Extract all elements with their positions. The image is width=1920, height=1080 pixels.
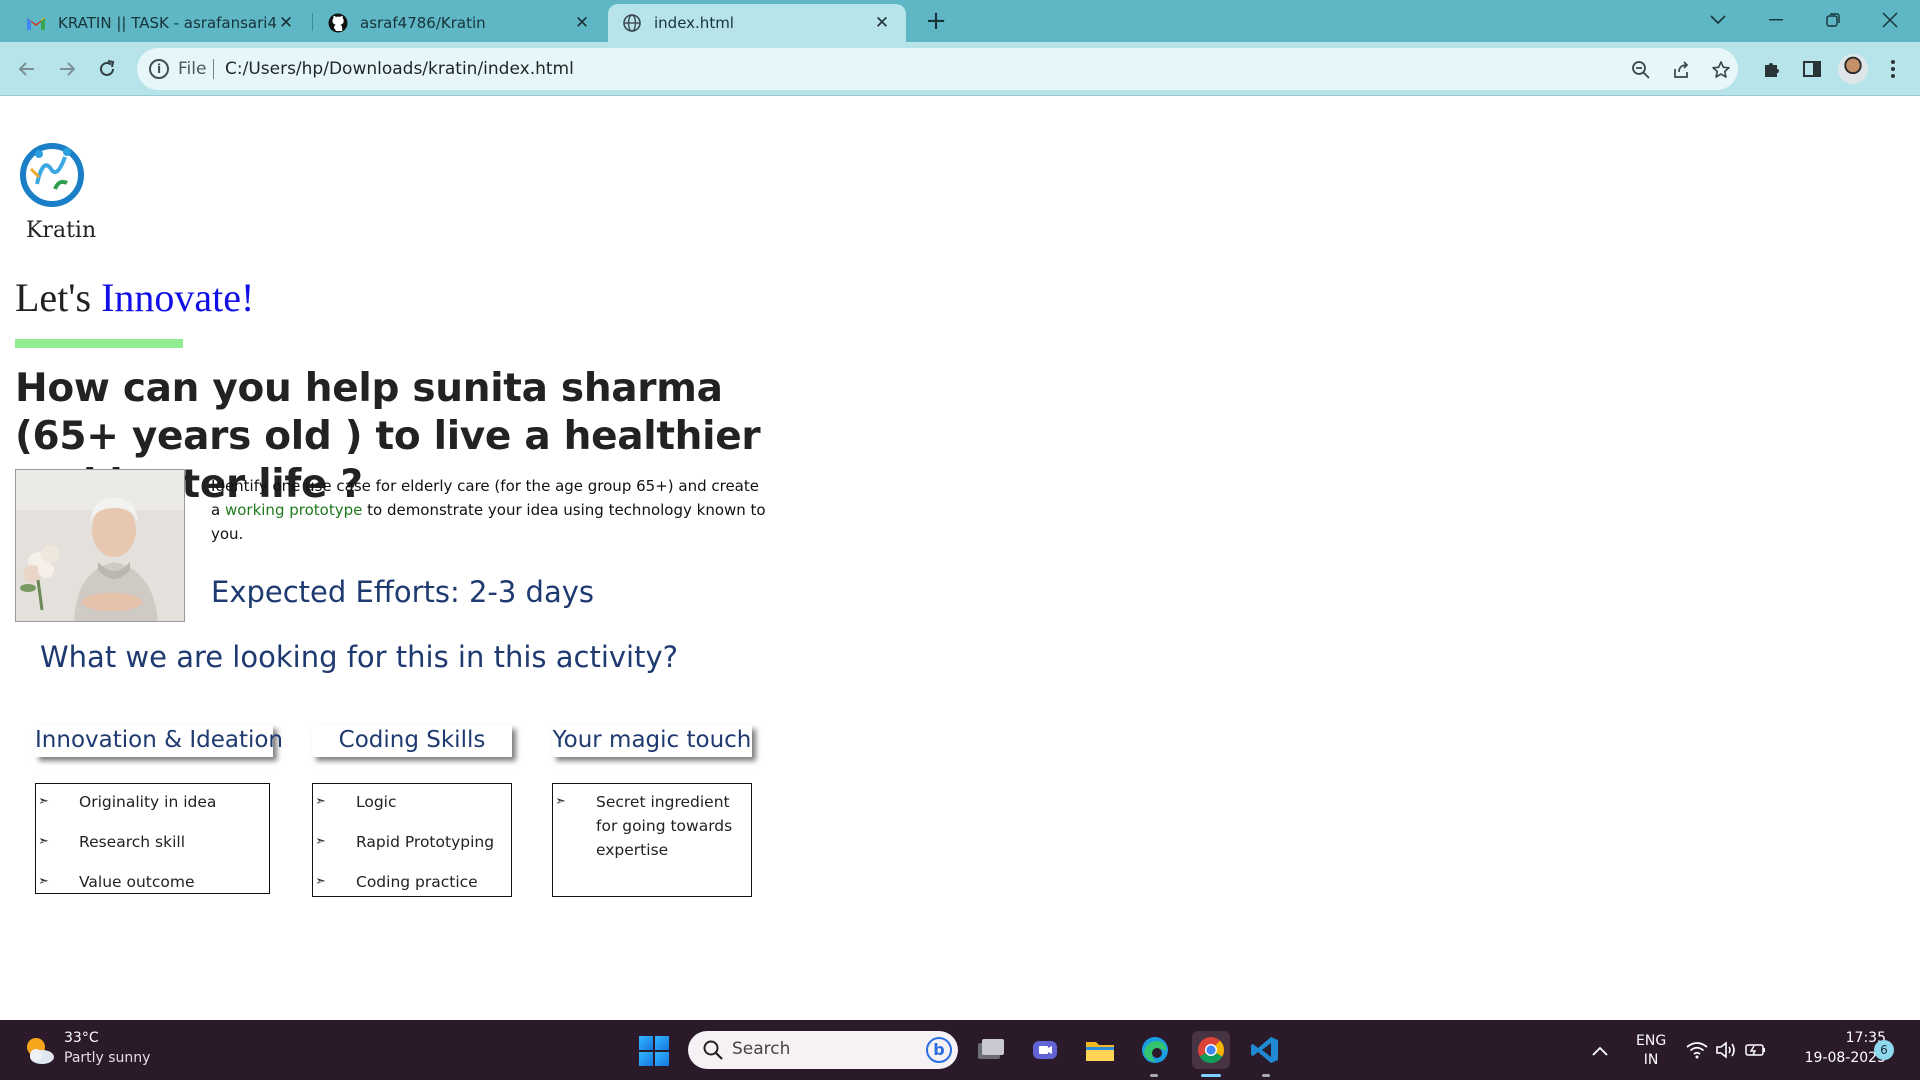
task-view-icon[interactable] [972,1031,1010,1069]
browser-tab-bar: KRATIN || TASK - asrafansari4786 ✕ asraf… [0,0,1920,42]
notification-badge[interactable]: 6 [1874,1040,1894,1060]
list-item: ➣ Originality in idea [36,790,269,814]
partly-sunny-icon[interactable] [22,1033,56,1067]
arrow-bullet-icon: ➣ [555,794,566,809]
wifi-icon[interactable] [1685,1038,1709,1062]
looking-for-heading: What we are looking for this in this act… [40,640,679,674]
browser-toolbar: i File C:/Users/hp/Downloads/kratin/inde… [0,42,1920,96]
arrow-bullet-icon: ➣ [38,794,49,809]
minimize-button[interactable] [1748,0,1804,40]
close-icon[interactable]: ✕ [872,13,892,33]
back-button[interactable] [11,53,43,85]
running-indicator [1150,1074,1158,1077]
zoom-icon[interactable] [1628,57,1654,83]
clock-date[interactable]: 19-08-2023 [1786,1050,1886,1066]
globe-icon [622,13,642,33]
extensions-puzzle-icon[interactable] [1756,53,1788,85]
restore-button[interactable] [1805,0,1861,40]
arrow-bullet-icon: ➣ [315,834,326,849]
card-title-innovation: Innovation & Ideation [35,725,283,757]
list-item: ➣ Secret ingredient for going towards exp… [553,790,751,862]
teams-chat-icon[interactable] [1026,1031,1064,1069]
arrow-bullet-icon: ➣ [315,794,326,809]
search-icon [703,1040,723,1060]
side-panel-icon[interactable] [1796,53,1828,85]
tab-gmail[interactable]: KRATIN || TASK - asrafansari4786 ✕ [12,4,310,42]
forward-button[interactable] [51,53,83,85]
bing-icon[interactable]: b [926,1037,952,1063]
start-windows-icon[interactable] [639,1036,669,1066]
vscode-icon[interactable] [1246,1031,1284,1069]
expected-efforts-heading: Expected Efforts: 2-3 days [211,575,594,609]
list-item: ➣ Value outcome [36,870,269,894]
arrow-bullet-icon: ➣ [38,874,49,889]
close-icon[interactable]: ✕ [276,13,296,33]
tab-title: asraf4786/Kratin [360,14,486,32]
card-title-coding: Coding Skills [312,725,512,757]
logo-text: Kratin [26,218,97,243]
list-item: ➣ Research skill [36,830,269,854]
address-scheme: File [178,59,207,79]
volume-icon[interactable] [1714,1038,1738,1062]
card-coding: ➣ Logic ➣ Rapid Prototyping ➣ Coding practi… [312,783,512,897]
file-explorer-icon[interactable] [1081,1031,1119,1069]
search-placeholder: Search [732,1039,791,1059]
new-tab-button[interactable]: + [920,6,952,38]
tab-index-html[interactable]: index.html ✕ [608,4,906,42]
tab-title: KRATIN || TASK - asrafansari4786 [58,14,276,32]
show-hidden-icons-chevron-icon[interactable] [1592,1040,1608,1061]
card-magic-touch: ➣ Secret ingredient for going towards exp… [552,783,752,897]
tab-title: index.html [654,14,734,32]
address-divider [213,59,214,79]
github-icon [328,13,348,33]
tab-divider [312,13,313,31]
reload-button[interactable] [91,53,123,85]
close-window-button[interactable] [1862,0,1918,40]
taskbar-search[interactable]: Search b [688,1031,958,1069]
address-bar[interactable]: i File C:/Users/hp/Downloads/kratin/inde… [137,48,1738,90]
running-indicator [1262,1074,1270,1077]
edge-browser-icon[interactable] [1136,1031,1174,1069]
bookmark-star-icon[interactable] [1708,57,1734,83]
close-icon[interactable]: ✕ [572,13,592,33]
page-content: Kratin Let's Innovate! How can you help … [0,97,1920,1020]
elderly-woman-photo [15,469,185,622]
card-title-magic-touch: Your magic touch [552,725,752,757]
chrome-browser-icon[interactable] [1192,1031,1230,1069]
language-indicator[interactable]: ENG IN [1636,1032,1666,1070]
address-url[interactable]: C:/Users/hp/Downloads/kratin/index.html [225,59,574,79]
task-description: Identify one use case for elderly care (… [211,474,771,546]
tab-github[interactable]: asraf4786/Kratin ✕ [314,4,606,42]
gmail-icon [26,13,46,33]
weather-temperature[interactable]: 33°C [64,1030,99,1046]
tagline-heading: Let's Innovate! [15,274,254,321]
list-item: ➣ Logic [313,790,511,814]
arrow-bullet-icon: ➣ [315,874,326,889]
weather-description[interactable]: Partly sunny [64,1050,150,1066]
list-item: ➣ Rapid Prototyping [313,830,511,854]
tab-search-chevron-icon[interactable] [1690,0,1746,40]
list-item: ➣ Coding practice [313,870,511,894]
active-indicator [1201,1074,1221,1077]
arrow-bullet-icon: ➣ [38,834,49,849]
kratin-logo [20,143,84,207]
accent-underline [15,339,183,348]
description-highlight: working prototype [224,501,363,519]
tagline-prefix: Let's [15,275,102,320]
windows-taskbar: 33°C Partly sunny Search b ENG IN 17:35 1… [0,1020,1920,1080]
info-icon[interactable]: i [149,59,169,79]
profile-avatar[interactable] [1838,54,1868,84]
share-icon[interactable] [1668,57,1694,83]
card-innovation: ➣ Originality in idea ➣ Research skill ➣ Va… [35,783,270,894]
battery-charging-icon[interactable] [1744,1038,1768,1062]
tagline-accent: Innovate! [101,275,255,320]
menu-kebab-icon[interactable] [1877,53,1909,85]
